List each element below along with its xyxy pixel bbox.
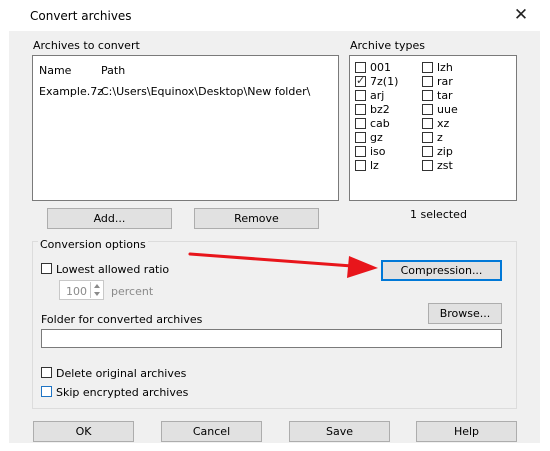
arrow-head xyxy=(347,256,378,278)
annotation-arrow xyxy=(188,252,378,278)
arrow-shaft xyxy=(188,252,354,268)
